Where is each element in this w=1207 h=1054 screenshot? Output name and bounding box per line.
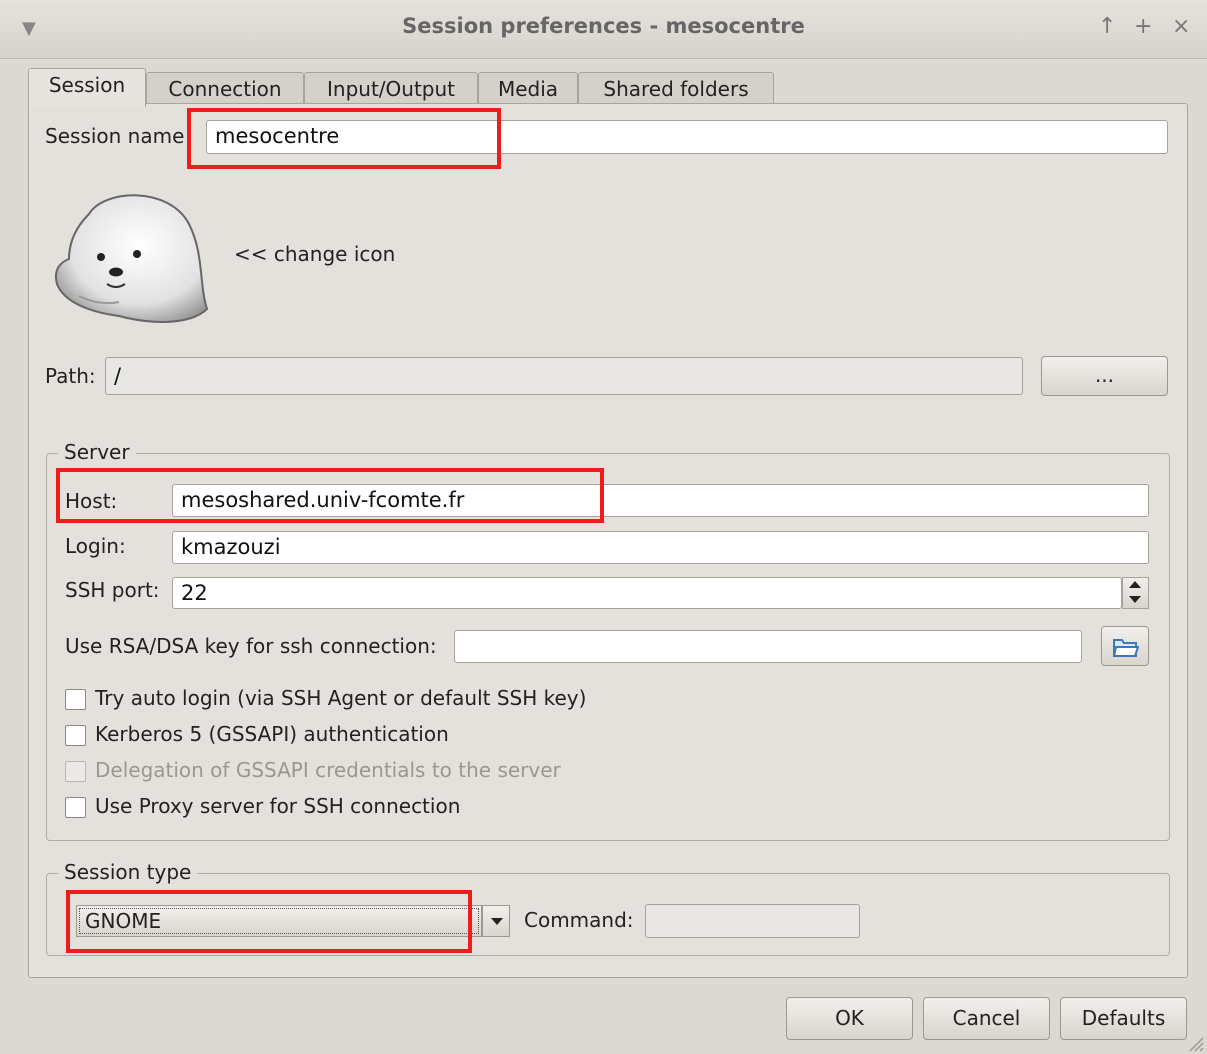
- cancel-button[interactable]: Cancel: [923, 997, 1050, 1040]
- auto-login-checkbox[interactable]: [65, 689, 86, 710]
- proxy-label: Use Proxy server for SSH connection: [95, 794, 461, 818]
- login-label: Login:: [65, 534, 126, 558]
- gssapi-delegation-label: Delegation of GSSAPI credentials to the …: [95, 758, 561, 782]
- path-label: Path:: [45, 364, 96, 388]
- server-legend: Server: [58, 440, 136, 464]
- auto-login-label: Try auto login (via SSH Agent or default…: [95, 686, 587, 710]
- session-type-legend: Session type: [58, 860, 198, 884]
- command-input: [645, 904, 860, 938]
- spin-arrows-icon[interactable]: [1122, 577, 1149, 609]
- defaults-button[interactable]: Defaults: [1060, 997, 1187, 1040]
- tab-session[interactable]: Session: [28, 68, 146, 107]
- ssh-port-input[interactable]: 22: [172, 577, 1122, 609]
- close-button[interactable]: ×: [1172, 14, 1190, 39]
- rsa-key-browse-button[interactable]: [1101, 626, 1149, 666]
- tab-media[interactable]: Media: [478, 72, 578, 105]
- tab-input-output[interactable]: Input/Output: [304, 72, 478, 105]
- tab-connection[interactable]: Connection: [146, 72, 304, 105]
- seal-icon[interactable]: [49, 184, 214, 329]
- folder-open-icon: [1113, 639, 1139, 657]
- proxy-checkbox[interactable]: [65, 797, 86, 818]
- highlight-session-type: [66, 890, 472, 953]
- session-panel: Session name mesocentre << change icon P…: [28, 103, 1188, 978]
- login-input[interactable]: kmazouzi: [172, 531, 1149, 564]
- dropdown-arrow-icon[interactable]: [482, 905, 510, 937]
- title-bar: ▼ Session preferences - mesocentre ↑ + ×: [0, 0, 1207, 59]
- gssapi-delegation-checkbox: [65, 761, 86, 782]
- kerberos-checkbox[interactable]: [65, 725, 86, 746]
- maximize-button[interactable]: +: [1134, 14, 1152, 39]
- ok-button[interactable]: OK: [786, 997, 913, 1040]
- resize-grip-icon[interactable]: [1186, 1034, 1204, 1052]
- rsa-key-label: Use RSA/DSA key for ssh connection:: [65, 634, 437, 658]
- command-label: Command:: [524, 908, 634, 932]
- session-name-label: Session name: [45, 124, 185, 148]
- keep-above-button[interactable]: ↑: [1098, 14, 1116, 39]
- window-title: Session preferences - mesocentre: [402, 14, 805, 38]
- rsa-key-input[interactable]: [454, 630, 1082, 663]
- tab-shared-folders[interactable]: Shared folders: [578, 72, 774, 105]
- browse-path-button[interactable]: ...: [1041, 356, 1168, 396]
- kerberos-label: Kerberos 5 (GSSAPI) authentication: [95, 722, 449, 746]
- change-icon-label[interactable]: << change icon: [234, 242, 395, 266]
- path-input[interactable]: /: [105, 357, 1023, 395]
- ssh-port-label: SSH port:: [65, 578, 160, 602]
- highlight-host: [56, 468, 604, 523]
- highlight-session-name: [187, 108, 501, 169]
